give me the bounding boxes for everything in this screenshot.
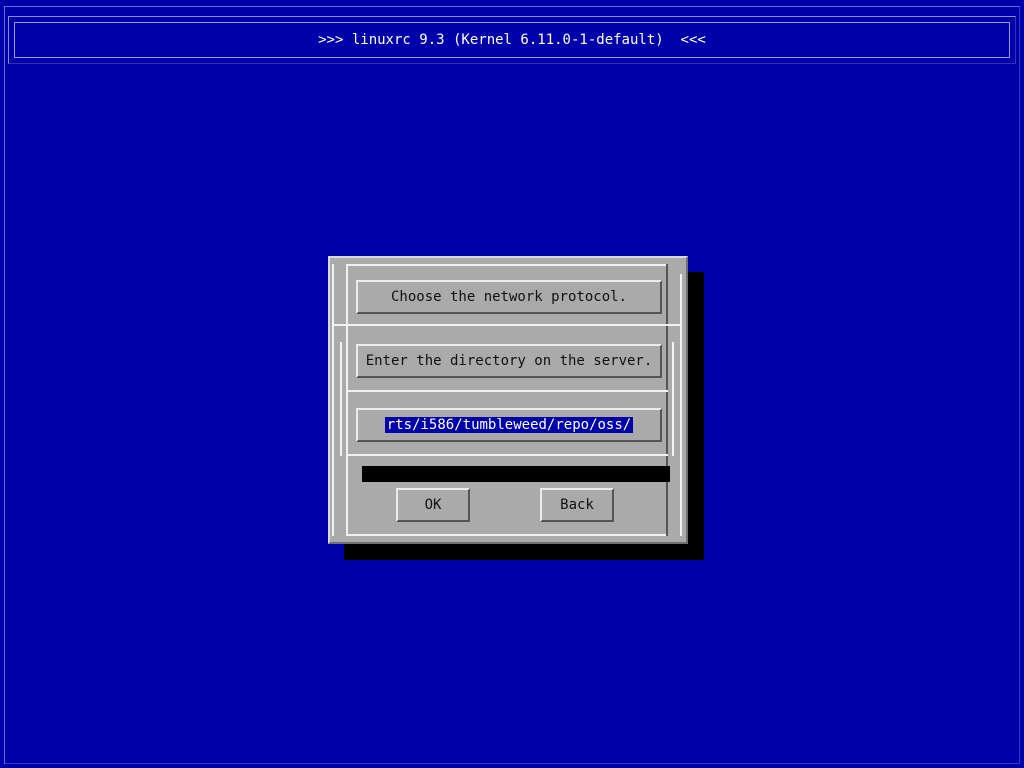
dialog-frame-bottom <box>348 534 668 536</box>
subdialog-divider <box>348 390 668 392</box>
title-bar: >>> linuxrc 9.3 (Kernel 6.11.0-1-default… <box>8 16 1016 64</box>
directory-input[interactable]: rts/i586/tumbleweed/repo/oss/ <box>356 408 662 442</box>
subdialog-frame-left <box>340 342 342 456</box>
dialog-divider-2 <box>348 454 668 456</box>
subdialog-shadow <box>362 466 670 482</box>
ok-button[interactable]: OK <box>396 488 470 522</box>
directory-label: Enter the directory on the server. <box>365 353 653 369</box>
protocol-selector[interactable]: Choose the network protocol. <box>356 280 662 314</box>
dialog-frame-top <box>348 264 668 266</box>
directory-input-value[interactable]: rts/i586/tumbleweed/repo/oss/ <box>384 417 634 433</box>
dialog-frame-right-inner <box>666 264 668 536</box>
subdialog-frame-right <box>672 342 674 456</box>
dialog-frame-left-inner <box>346 264 348 536</box>
dialog-frame-left <box>332 264 334 536</box>
network-dialog: Choose the network protocol. Enter the d… <box>328 256 688 544</box>
window-title: >>> linuxrc 9.3 (Kernel 6.11.0-1-default… <box>14 22 1010 58</box>
dialog-frame-right <box>680 274 682 536</box>
protocol-label: Choose the network protocol. <box>390 289 627 305</box>
directory-prompt: Enter the directory on the server. <box>356 344 662 378</box>
dialog-divider-1 <box>332 324 682 326</box>
back-button[interactable]: Back <box>540 488 614 522</box>
